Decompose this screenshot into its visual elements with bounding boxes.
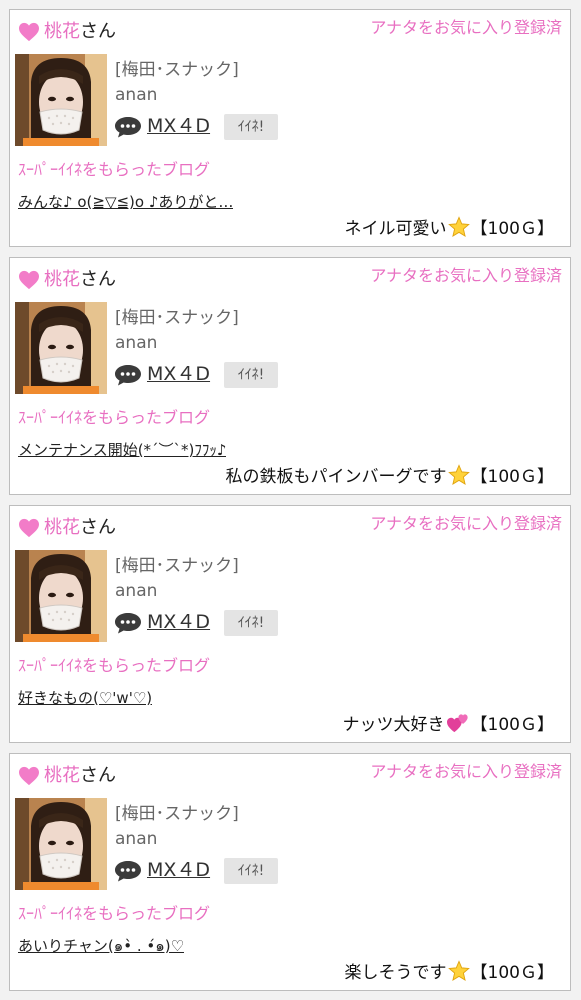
shop-label: [梅田･スナック]	[115, 60, 239, 80]
profile-link[interactable]: MX４D	[147, 362, 210, 386]
shop-label: [梅田･スナック]	[115, 804, 239, 824]
comment-text: 私の鉄板もパインバーグです	[225, 467, 447, 487]
like-button[interactable]: ｲｲﾈ!	[224, 362, 278, 388]
comment-points: 【100Ｇ】	[470, 467, 554, 487]
profile-link[interactable]: MX４D	[147, 114, 210, 138]
user-name[interactable]: 桃花さん	[44, 764, 116, 788]
blog-title-link[interactable]: あいりチャン(๑•̀ . •́๑)♡	[18, 936, 184, 956]
star-emoji	[447, 216, 470, 237]
user-handle: anan	[115, 581, 158, 601]
blog-title-link[interactable]: みんな♪ o(≧▽≦)o ♪ありがと…	[18, 192, 233, 212]
heart-icon	[19, 22, 39, 42]
comment: ナッツ大好き 【100Ｇ】	[343, 712, 554, 737]
heart-icon	[19, 518, 39, 538]
favorite-status: アナタをお気に入り登録済	[370, 514, 562, 533]
user-honorific: さん	[80, 269, 116, 290]
comment-points: 【100Ｇ】	[470, 963, 554, 983]
super-like-card: 桃花さん アナタをお気に入り登録済 [梅田･スナック] anan MX４D ｲｲ…	[9, 753, 571, 991]
blog-title-link[interactable]: 好きなもの(♡'w'♡)	[18, 688, 152, 708]
user-name-text[interactable]: 桃花	[44, 517, 80, 538]
comment: 楽しそうです 【100Ｇ】	[345, 960, 554, 985]
speech-bubble-icon	[115, 117, 141, 138]
super-like-card: 桃花さん アナタをお気に入り登録済 [梅田･スナック] anan MX４D ｲｲ…	[9, 505, 571, 743]
user-honorific: さん	[80, 765, 116, 786]
user-name-text[interactable]: 桃花	[44, 765, 80, 786]
comment-points: 【100Ｇ】	[470, 219, 554, 239]
user-name-text[interactable]: 桃花	[44, 269, 80, 290]
avatar[interactable]	[15, 550, 107, 642]
two-hearts-emoji	[446, 714, 468, 733]
shop-label: [梅田･スナック]	[115, 308, 239, 328]
favorite-status: アナタをお気に入り登録済	[370, 266, 562, 285]
avatar[interactable]	[15, 302, 107, 394]
speech-bubble-icon	[115, 613, 141, 634]
section-title: ｽｰﾊﾟｰｲｲﾈをもらったブログ	[18, 904, 211, 923]
favorite-status: アナタをお気に入り登録済	[370, 762, 562, 781]
user-name[interactable]: 桃花さん	[44, 516, 116, 540]
section-title: ｽｰﾊﾟｰｲｲﾈをもらったブログ	[18, 160, 211, 179]
avatar[interactable]	[15, 798, 107, 890]
comment-text: ナッツ大好き	[342, 715, 445, 735]
super-like-list: 桃花さん アナタをお気に入り登録済 [梅田･スナック] anan MX４D ｲｲ…	[0, 0, 581, 1000]
section-title: ｽｰﾊﾟｰｲｲﾈをもらったブログ	[18, 656, 211, 675]
like-button[interactable]: ｲｲﾈ!	[224, 114, 278, 140]
star-emoji	[447, 464, 470, 485]
speech-bubble-icon	[115, 365, 141, 386]
user-name-text[interactable]: 桃花	[44, 21, 80, 42]
user-name[interactable]: 桃花さん	[44, 20, 116, 44]
super-like-card: 桃花さん アナタをお気に入り登録済 [梅田･スナック] anan MX４D ｲｲ…	[9, 257, 571, 495]
avatar[interactable]	[15, 54, 107, 146]
heart-icon	[19, 766, 39, 786]
shop-label: [梅田･スナック]	[115, 556, 239, 576]
comment: ネイル可愛い 【100Ｇ】	[345, 216, 554, 241]
user-honorific: さん	[80, 517, 116, 538]
comment-text: ネイル可愛い	[344, 219, 447, 239]
star-emoji	[447, 960, 470, 981]
like-button[interactable]: ｲｲﾈ!	[224, 610, 278, 636]
favorite-status: アナタをお気に入り登録済	[370, 18, 562, 37]
section-title: ｽｰﾊﾟｰｲｲﾈをもらったブログ	[18, 408, 211, 427]
like-button[interactable]: ｲｲﾈ!	[224, 858, 278, 884]
profile-link[interactable]: MX４D	[147, 858, 210, 882]
comment: 私の鉄板もパインバーグです 【100Ｇ】	[226, 464, 554, 489]
comment-text: 楽しそうです	[344, 963, 447, 983]
user-handle: anan	[115, 829, 158, 849]
heart-icon	[19, 270, 39, 290]
user-handle: anan	[115, 85, 158, 105]
profile-link[interactable]: MX４D	[147, 610, 210, 634]
speech-bubble-icon	[115, 861, 141, 882]
user-handle: anan	[115, 333, 158, 353]
comment-points: 【100Ｇ】	[470, 715, 554, 735]
blog-title-link[interactable]: メンテナンス開始(*´︶`*)ﾌﾌｯ♪	[18, 440, 226, 460]
user-name[interactable]: 桃花さん	[44, 268, 116, 292]
user-honorific: さん	[80, 21, 116, 42]
super-like-card: 桃花さん アナタをお気に入り登録済 [梅田･スナック] anan MX４D ｲｲ…	[9, 9, 571, 247]
